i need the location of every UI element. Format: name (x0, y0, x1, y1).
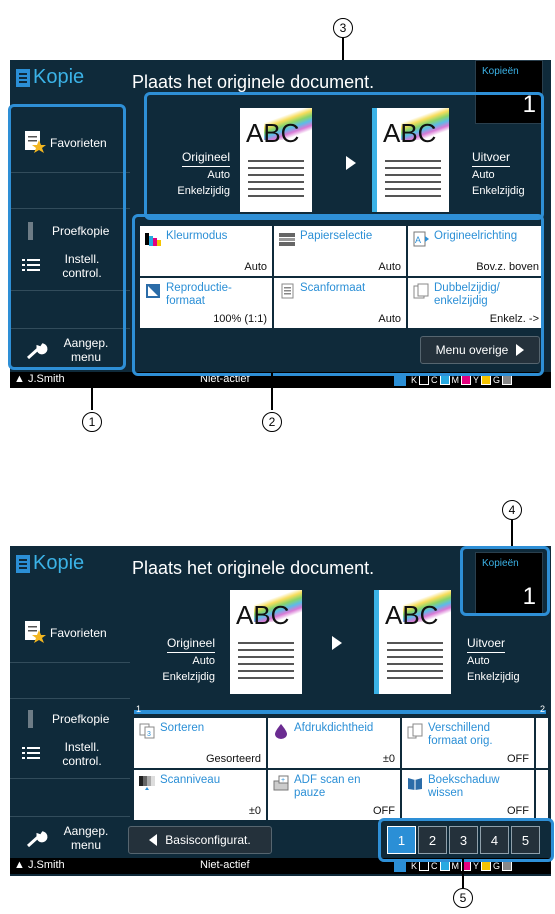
sidebar-favorites-2[interactable]: Favorieten (14, 606, 124, 662)
output-label-2: Uitvoer (467, 636, 506, 653)
highlight-tiles (132, 214, 544, 376)
tab-marker-1: 1 (136, 704, 142, 714)
list-icon (22, 747, 40, 759)
callout-5-line (462, 858, 464, 888)
tile-scan-level-label: Scanniveau (160, 774, 221, 786)
highlight-copies (460, 546, 550, 616)
tab-marker-2: 2 (540, 704, 546, 714)
tile-partial[interactable] (536, 718, 548, 768)
callout-1: 1 (82, 412, 102, 432)
user-name-2: ▲ J.Smith (14, 859, 65, 871)
tile-partial-2[interactable] (536, 770, 548, 820)
output-value-2-2: Enkelzijdig (467, 671, 520, 683)
tile-sort-value: Gesorteerd (205, 753, 261, 765)
sidebar-favorites-label-2: Favorieten (50, 626, 107, 640)
basic-config-label: Basisconfigurat. (165, 833, 251, 847)
copy-icon (16, 554, 30, 573)
app-title: Kopie (16, 66, 84, 89)
adf-pause-icon: + (273, 775, 289, 791)
app-title-2: Kopie (16, 552, 84, 575)
wrench-icon (26, 831, 48, 848)
tile-sort-label: Sorteren (160, 722, 205, 734)
copies-label: Kopieën (482, 66, 519, 77)
sidebar-settings-control-2[interactable]: Instell. control. (14, 738, 124, 774)
sidebar-custom-menu-label-2: Aangep. menu (63, 824, 109, 852)
output-caption-2: Uitvoer Auto Enkelzijdig (467, 636, 537, 685)
tile-adf-scan-pause-value: OFF (373, 805, 395, 817)
sidebar-proof-copy-2[interactable]: Proefkopie (14, 706, 124, 734)
original-value-2-2: Enkelzijdig (162, 671, 215, 683)
highlight-page-buttons (378, 818, 554, 862)
callout-2-line (271, 372, 273, 410)
callout-1-line (91, 372, 93, 410)
callout-5: 5 (453, 888, 473, 908)
scan-level-icon (139, 776, 155, 790)
user-name: ▲ J.Smith (14, 373, 65, 385)
callout-4-line (511, 520, 513, 546)
tile-sort[interactable]: 3 Sorteren Gesorteerd (134, 718, 266, 768)
svg-text:3: 3 (147, 731, 151, 738)
tile-book-shadow-erase-label: Boekschaduw wissen (428, 774, 500, 799)
star-document-icon (25, 621, 46, 643)
callout-2: 2 (262, 412, 282, 432)
tile-mixed-size-original-label: Verschillend formaat orig. (428, 722, 493, 747)
ink-drop-icon (275, 724, 287, 739)
tile-print-density-value: ±0 (382, 753, 395, 765)
copy-icon (16, 68, 30, 87)
highlight-preview (144, 92, 544, 220)
sidebar-proof-copy-label-2: Proefkopie (52, 712, 110, 726)
tile-adf-scan-pause[interactable]: + ADF scan en pauze OFF (268, 770, 400, 820)
output-page-preview-2: ABC (374, 590, 451, 694)
page-title: Plaats het originele document. (132, 72, 375, 92)
tile-mixed-size-original-value: OFF (507, 753, 529, 765)
tile-book-shadow-erase[interactable]: Boekschaduw wissen OFF (402, 770, 534, 820)
callout-4: 4 (502, 500, 522, 520)
tile-print-density[interactable]: Afdrukdichtheid ±0 (268, 718, 400, 768)
page-title-2: Plaats het originele document. (132, 558, 375, 578)
mixed-size-icon (407, 723, 423, 739)
original-label-2: Origineel (166, 636, 215, 653)
tile-scan-level-value: ±0 (248, 805, 261, 817)
output-value-2-1: Auto (467, 655, 490, 667)
highlight-sidebar (8, 104, 126, 370)
arrow-right-icon (332, 636, 342, 650)
sidebar-settings-control-label-2: Instell. control. (62, 740, 102, 768)
original-page-preview-2: ABC (230, 590, 302, 694)
original-caption-2: Origineel Auto Enkelzijdig (135, 636, 215, 685)
svg-text:+: + (281, 777, 285, 784)
tab-indicator (134, 710, 546, 714)
proof-copy-icon (28, 710, 33, 728)
machine-state-2: Niet-actief (200, 859, 250, 871)
tile-mixed-size-original[interactable]: Verschillend formaat orig. OFF (402, 718, 534, 768)
tile-adf-scan-pause-label: ADF scan en pauze (294, 774, 361, 799)
callout-3: 3 (333, 18, 353, 38)
book-icon (408, 778, 422, 790)
basic-config-button[interactable]: Basisconfigurat. (128, 826, 272, 854)
tile-print-density-label: Afdrukdichtheid (294, 722, 374, 734)
arrow-left-icon (149, 834, 158, 846)
sort-icon: 3 (139, 723, 155, 739)
tile-book-shadow-erase-value: OFF (507, 805, 529, 817)
sidebar-custom-menu-2[interactable]: Aangep. menu (14, 820, 124, 856)
original-value-2-1: Auto (192, 655, 215, 667)
tile-scan-level[interactable]: Scanniveau ±0 (134, 770, 266, 820)
